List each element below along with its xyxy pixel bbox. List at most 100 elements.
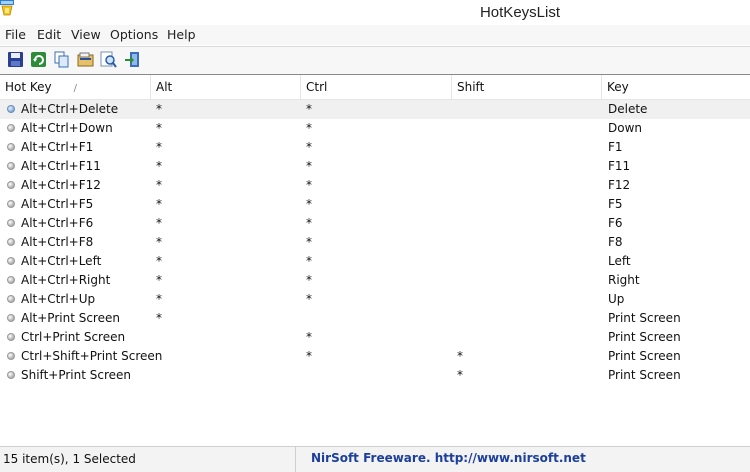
title-bar: HotKeysList [0, 0, 750, 24]
cell-alt: * [156, 102, 162, 116]
cell-key: F1 [608, 140, 623, 154]
column-header-shift[interactable]: Shift [452, 75, 602, 99]
nirsoft-link[interactable]: NirSoft Freeware. http://www.nirsoft.net [298, 447, 586, 472]
cell-hotkey: Alt+Ctrl+F5 [21, 197, 94, 211]
status-bar: 15 item(s), 1 Selected NirSoft Freeware.… [0, 446, 750, 472]
cell-ctrl: * [306, 330, 312, 344]
cell-hotkey: Alt+Ctrl+Down [21, 121, 113, 135]
table-row[interactable]: Alt+Ctrl+F6 * * F6 [0, 214, 750, 233]
cell-alt: * [156, 121, 162, 135]
status-item-count: 15 item(s), 1 Selected [0, 447, 296, 472]
table-row[interactable]: Shift+Print Screen * Print Screen [0, 366, 750, 385]
cell-alt: * [156, 178, 162, 192]
table-row[interactable]: Alt+Ctrl+F5 * * F5 [0, 195, 750, 214]
properties-icon[interactable] [77, 51, 94, 68]
column-hotkey-label: Hot Key [5, 80, 52, 94]
cell-alt: * [156, 235, 162, 249]
row-bullet-icon [7, 219, 15, 227]
cell-hotkey: Alt+Ctrl+F11 [21, 159, 101, 173]
cell-ctrl: * [306, 197, 312, 211]
refresh-icon[interactable] [30, 51, 47, 68]
row-bullet-icon [7, 181, 15, 189]
cell-ctrl: * [306, 159, 312, 173]
cell-hotkey: Alt+Ctrl+Up [21, 292, 96, 306]
exit-icon[interactable] [124, 51, 141, 68]
cell-key: Left [608, 254, 631, 268]
find-icon[interactable] [100, 51, 117, 68]
table-row[interactable]: Alt+Ctrl+Up * * Up [0, 290, 750, 309]
cell-alt: * [156, 254, 162, 268]
menu-bar: File Edit View Options Help [0, 25, 750, 45]
cell-ctrl: * [306, 254, 312, 268]
cell-key: Print Screen [608, 368, 681, 382]
table-row[interactable]: Ctrl+Print Screen * Print Screen [0, 328, 750, 347]
row-bullet-icon [7, 276, 15, 284]
row-bullet-icon [7, 257, 15, 265]
cell-key: F5 [608, 197, 623, 211]
table-row[interactable]: Alt+Ctrl+Left * * Left [0, 252, 750, 271]
table-row[interactable]: Alt+Ctrl+Right * * Right [0, 271, 750, 290]
cell-ctrl: * [306, 235, 312, 249]
column-header-hotkey[interactable]: Hot Key / [0, 75, 151, 99]
menu-help[interactable]: Help [167, 27, 196, 42]
cell-hotkey: Alt+Ctrl+F6 [21, 216, 94, 230]
cell-hotkey: Shift+Print Screen [21, 368, 132, 382]
save-icon[interactable] [7, 51, 24, 68]
cell-hotkey: Alt+Ctrl+Delete [21, 102, 119, 116]
table-row[interactable]: Alt+Ctrl+F1 * * F1 [0, 138, 750, 157]
cell-ctrl: * [306, 349, 312, 363]
column-header-key[interactable]: Key [602, 75, 750, 99]
cell-alt: * [156, 273, 162, 287]
cell-hotkey: Alt+Ctrl+F1 [21, 140, 94, 154]
cell-hotkey: Ctrl+Print Screen [21, 330, 126, 344]
row-bullet-icon [7, 162, 15, 170]
cell-key: F6 [608, 216, 623, 230]
cell-key: Right [608, 273, 640, 287]
row-bullet-icon [7, 238, 15, 246]
table-row[interactable]: Alt+Ctrl+F12 * * F12 [0, 176, 750, 195]
cell-key: Print Screen [608, 330, 681, 344]
cell-alt: * [156, 311, 162, 325]
table-row[interactable]: Ctrl+Shift+Print Screen * * Print Screen [0, 347, 750, 366]
menu-view[interactable]: View [71, 27, 101, 42]
hotkeys-list[interactable]: Hot Key / Alt Ctrl Shift Key Alt+Ctrl+Del… [0, 75, 750, 443]
cell-ctrl: * [306, 292, 312, 306]
table-row[interactable]: Alt+Ctrl+F11 * * F11 [0, 157, 750, 176]
cell-ctrl: * [306, 216, 312, 230]
cell-hotkey: Alt+Ctrl+F8 [21, 235, 94, 249]
cell-alt: * [156, 140, 162, 154]
column-header-ctrl[interactable]: Ctrl [301, 75, 452, 99]
table-row[interactable]: Alt+Ctrl+Delete * * Delete [0, 100, 750, 119]
cell-key: F11 [608, 159, 631, 173]
cell-key: Down [608, 121, 643, 135]
cell-ctrl: * [306, 178, 312, 192]
cell-key: Delete [608, 102, 648, 116]
sort-arrow-icon: / [73, 83, 78, 94]
table-row[interactable]: Alt+Ctrl+Down * * Down [0, 119, 750, 138]
copy-icon[interactable] [53, 51, 70, 68]
cell-shift: * [457, 349, 463, 363]
cell-alt: * [156, 292, 162, 306]
menu-edit[interactable]: Edit [37, 27, 61, 42]
row-bullet-icon [7, 124, 15, 132]
cell-ctrl: * [306, 102, 312, 116]
cell-hotkey: Alt+Ctrl+F12 [21, 178, 101, 192]
menu-options[interactable]: Options [110, 27, 158, 42]
column-header-alt[interactable]: Alt [151, 75, 301, 99]
cell-ctrl: * [306, 273, 312, 287]
row-bullet-icon [7, 333, 15, 341]
list-header: Hot Key / Alt Ctrl Shift Key [0, 75, 750, 100]
row-bullet-icon [7, 314, 15, 322]
row-bullet-icon [7, 143, 15, 151]
row-bullet-icon [7, 200, 15, 208]
cell-hotkey: Alt+Print Screen [21, 311, 120, 325]
toolbar [0, 46, 750, 75]
menu-file[interactable]: File [5, 27, 26, 42]
cell-key: F8 [608, 235, 623, 249]
cell-hotkey: Ctrl+Shift+Print Screen [21, 349, 163, 363]
table-row[interactable]: Alt+Print Screen * Print Screen [0, 309, 750, 328]
cell-key: F12 [608, 178, 631, 192]
window-title: HotKeysList [479, 4, 561, 21]
row-bullet-icon [7, 352, 15, 360]
table-row[interactable]: Alt+Ctrl+F8 * * F8 [0, 233, 750, 252]
